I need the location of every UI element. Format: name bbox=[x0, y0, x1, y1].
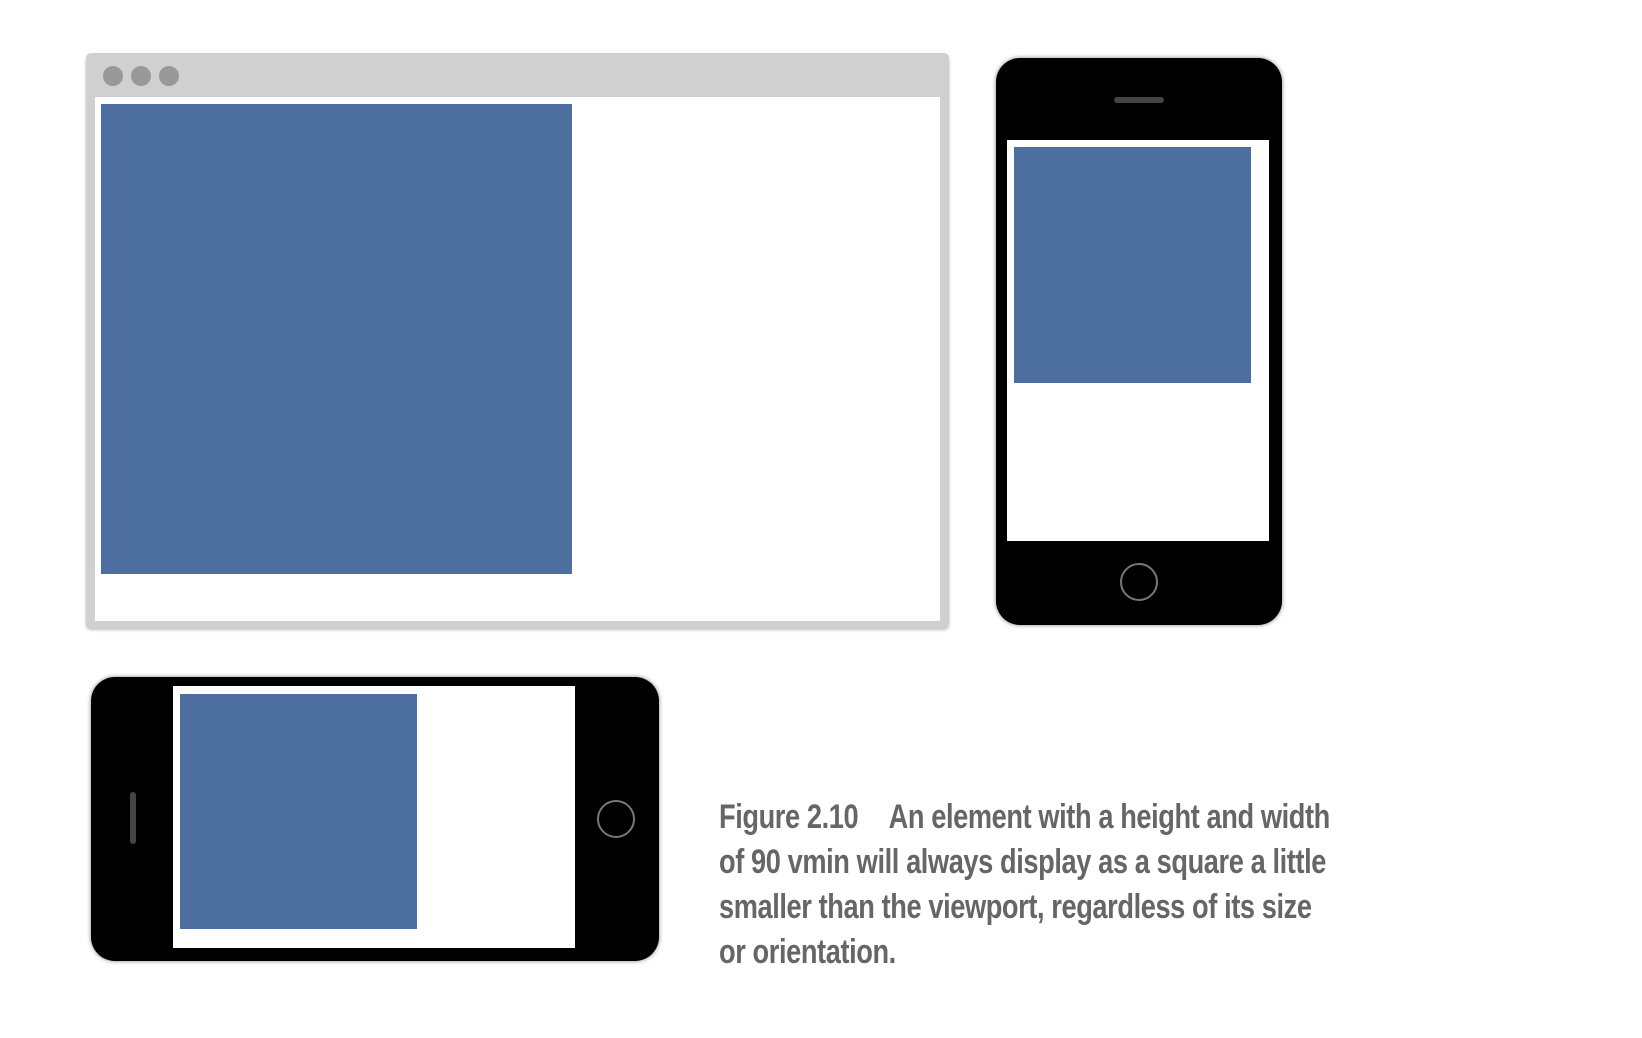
speaker-icon bbox=[130, 792, 136, 844]
window-dot-icon bbox=[159, 66, 179, 86]
caption-line: Figure 2.10 An element with a height and … bbox=[719, 795, 1330, 840]
square-element bbox=[1014, 147, 1251, 383]
square-element bbox=[180, 694, 417, 929]
home-button-icon bbox=[597, 800, 635, 838]
caption-line: of 90 vmin will always display as a squa… bbox=[719, 843, 1326, 881]
figure-caption: Figure 2.10 An element with a height and … bbox=[719, 795, 1330, 975]
window-dot-icon bbox=[131, 66, 151, 86]
caption-text: An element with a height and width bbox=[888, 798, 1331, 836]
landscape-phone bbox=[91, 677, 659, 961]
desktop-browser-window bbox=[86, 53, 949, 628]
phone-viewport bbox=[173, 686, 575, 948]
caption-line: smaller than the viewport, regardless of… bbox=[719, 888, 1312, 926]
square-element bbox=[101, 104, 572, 574]
window-dot-icon bbox=[103, 66, 123, 86]
portrait-phone bbox=[996, 58, 1282, 625]
browser-viewport bbox=[95, 97, 940, 621]
caption-line: or orientation. bbox=[719, 933, 896, 971]
phone-viewport bbox=[1007, 140, 1269, 541]
home-button-icon bbox=[1120, 563, 1158, 601]
speaker-icon bbox=[1114, 97, 1164, 103]
figure-label: Figure 2.10 bbox=[719, 798, 859, 836]
